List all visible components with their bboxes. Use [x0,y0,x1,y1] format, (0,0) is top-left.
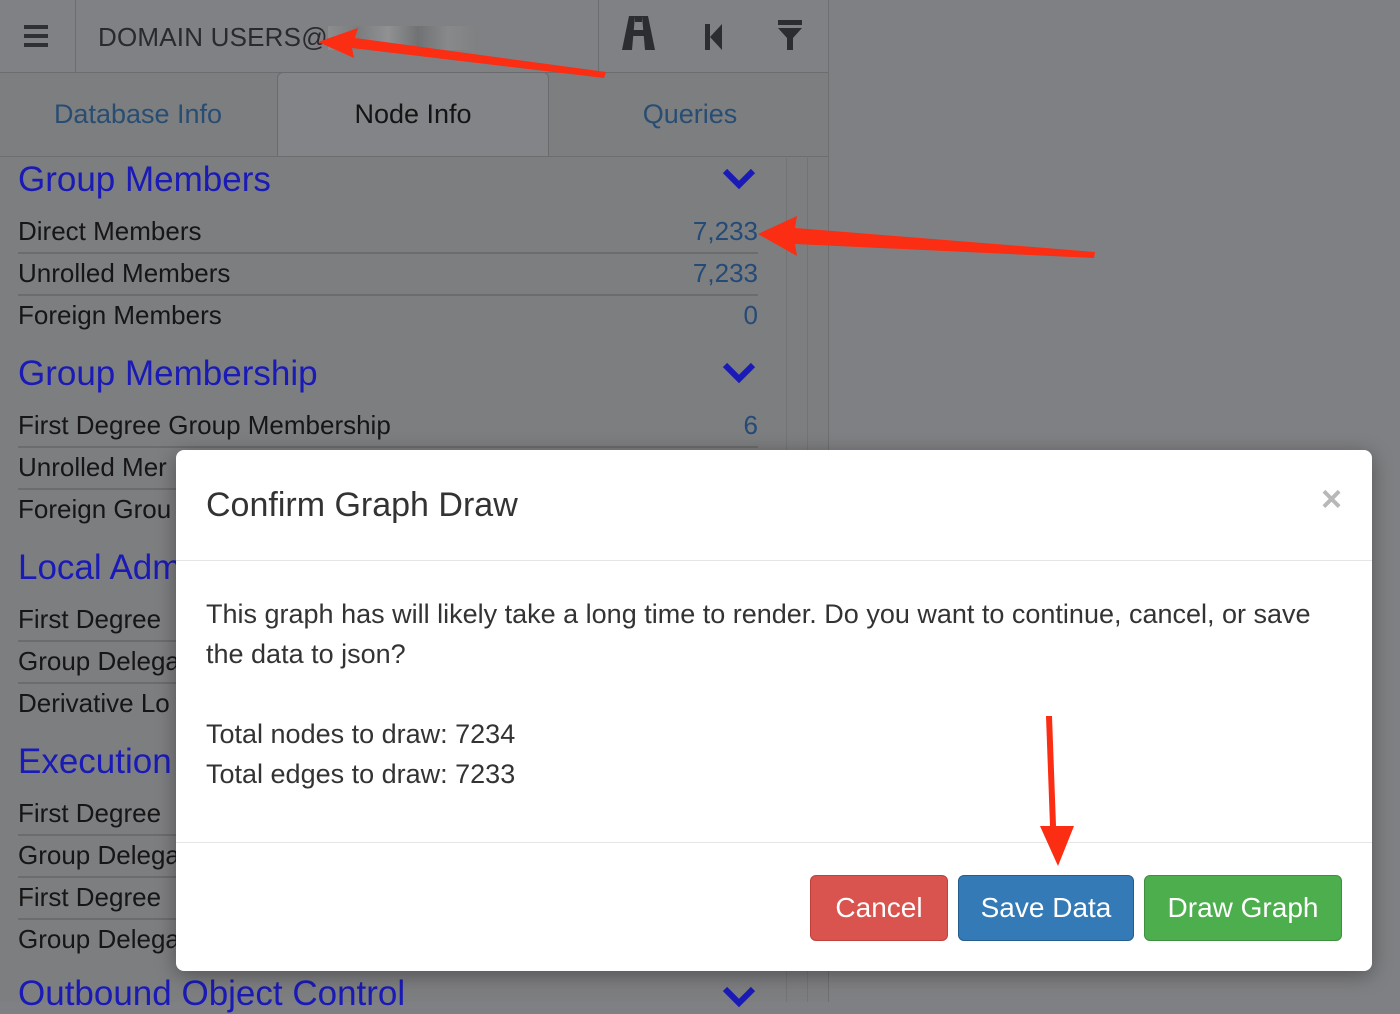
section-local-admin[interactable]: Local Adm [18,548,181,588]
table-row: First Degree Group Membership 6 [18,404,758,448]
table-row: Foreign Members 0 [18,300,758,330]
search-input[interactable]: DOMAIN USERS@ [98,22,328,53]
section-execution[interactable]: Execution [18,742,172,782]
redacted-text [328,26,478,50]
dialog-header: Confirm Graph Draw × [176,450,1372,561]
section-group-membership[interactable]: Group Membership [18,354,318,394]
cancel-button[interactable]: Cancel [810,875,948,941]
section-group-members[interactable]: Group Members [18,160,271,200]
filter-icon [778,20,802,50]
tab-database-info[interactable]: Database Info [0,72,276,156]
dialog-footer: Cancel Save Data Draw Graph [176,842,1372,972]
back-button[interactable] [676,0,751,72]
close-icon[interactable]: × [1321,478,1342,520]
chevron-down-icon[interactable] [722,986,756,1008]
total-edges-text: Total edges to draw: 7233 [206,759,516,789]
filter-button[interactable] [752,0,827,72]
table-row: Unrolled Members 7,233 [18,252,758,296]
direct-members-count[interactable]: 7,233 [693,216,758,247]
back-icon [705,24,722,50]
menu-icon [24,25,48,29]
pathfinding-button[interactable] [601,0,676,72]
section-outbound-object-control[interactable]: Outbound Object Control [18,974,405,1014]
total-nodes-text: Total nodes to draw: 7234 [206,719,516,749]
tab-node-info[interactable]: Node Info [277,72,549,156]
chevron-down-icon[interactable] [722,168,756,190]
chevron-down-icon[interactable] [722,362,756,384]
dialog-body: This graph has will likely take a long t… [206,594,1346,794]
pathfinding-icon [622,16,655,50]
dialog-title: Confirm Graph Draw [206,486,518,524]
menu-button[interactable] [0,0,76,72]
tab-queries[interactable]: Queries [552,72,828,156]
table-row: Direct Members 7,233 [18,210,758,254]
tab-bar: Database Info Node Info Queries [0,72,828,157]
dialog-message: This graph has will likely take a long t… [206,599,1311,669]
search-bar: DOMAIN USERS@ [0,0,828,73]
save-data-button[interactable]: Save Data [958,875,1134,941]
draw-graph-button[interactable]: Draw Graph [1144,875,1342,941]
confirm-graph-dialog: Confirm Graph Draw × This graph has will… [176,450,1372,971]
